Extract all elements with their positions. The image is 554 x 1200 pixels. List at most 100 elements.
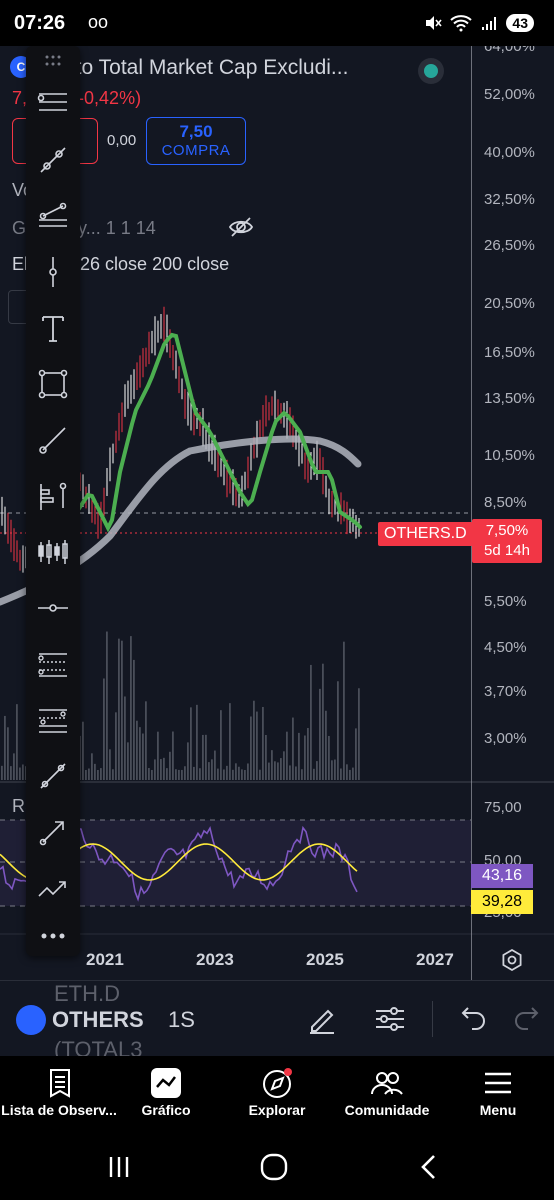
- volume-bar: [271, 750, 273, 780]
- path-tool-icon[interactable]: [33, 756, 73, 796]
- crosshair-lines-tool-icon[interactable]: [33, 82, 73, 122]
- mute-icon: [426, 16, 443, 30]
- arrow-tool-icon[interactable]: [33, 812, 73, 852]
- fib-retracement-tool-icon[interactable]: [33, 196, 73, 236]
- battery-indicator: 43: [506, 14, 534, 32]
- volume-bar: [292, 717, 294, 780]
- volume-bar: [238, 766, 240, 780]
- volume-bar: [307, 728, 309, 780]
- volume-bar: [88, 768, 90, 780]
- volume-bar: [172, 731, 174, 780]
- volume-bar: [334, 759, 336, 780]
- nav-label: Menu: [479, 1102, 517, 1118]
- volume-bar: [358, 688, 360, 780]
- drag-handle-icon[interactable]: [44, 54, 62, 68]
- symbol-logo-icon[interactable]: [16, 1005, 46, 1035]
- volume-bar: [277, 762, 279, 780]
- volume-bar: [148, 768, 150, 780]
- watchlist-icon: [50, 1069, 70, 1098]
- volume-bar: [322, 663, 324, 780]
- axis-label: 20,50%: [484, 295, 535, 312]
- volume-bar: [19, 767, 21, 780]
- volume-bar: [325, 710, 327, 780]
- volume-bar: [121, 640, 123, 780]
- nav-label: Gráfico: [141, 1102, 191, 1118]
- nav-watchlist[interactable]: Lista de Observ...: [0, 1056, 120, 1134]
- volume-bar: [127, 742, 129, 780]
- symbol-title[interactable]: pto Total Market Cap Excludi...: [64, 56, 348, 80]
- symbol-selector[interactable]: OTHERS: [52, 1007, 144, 1033]
- fib-channel-tool-icon[interactable]: [33, 700, 73, 740]
- volume-bar: [4, 715, 6, 780]
- volume-bar: [250, 716, 252, 780]
- chart-settings-icon[interactable]: [500, 948, 524, 972]
- volume-bar: [331, 760, 333, 780]
- volume-bar: [181, 769, 183, 780]
- volume-bar: [85, 769, 87, 780]
- long-position-tool-icon[interactable]: [33, 476, 73, 516]
- axis-label: 5,50%: [484, 593, 527, 610]
- volume-bar: [289, 765, 291, 780]
- nav-community[interactable]: Comunidade: [327, 1056, 447, 1134]
- volume-bar: [340, 768, 342, 780]
- volume-bar: [226, 765, 228, 780]
- price-axis-border: [471, 46, 472, 980]
- home-icon[interactable]: [257, 1150, 291, 1184]
- volume-bar: [106, 631, 108, 780]
- drawing-toolbar: [26, 46, 80, 956]
- eye-off-icon[interactable]: [228, 216, 254, 238]
- horizontal-line-tool-icon[interactable]: [33, 588, 73, 628]
- market-status-icon[interactable]: [418, 58, 444, 84]
- nav-explore[interactable]: Explorar: [217, 1056, 337, 1134]
- interval-selector[interactable]: 1S: [168, 1007, 195, 1033]
- volume-bar: [184, 766, 186, 780]
- volume-bar: [145, 701, 147, 780]
- candles-tool-icon[interactable]: [33, 532, 73, 572]
- volume-bar: [142, 733, 144, 780]
- volume-bar: [94, 763, 96, 780]
- text-tool-icon[interactable]: [33, 308, 73, 348]
- volume-bar: [133, 659, 135, 780]
- axis-label: 64,00%: [484, 46, 535, 55]
- system-navigation: [0, 1134, 554, 1200]
- trend-line-tool-icon[interactable]: [33, 140, 73, 180]
- status-bar: 07:26 oo 43: [0, 0, 554, 46]
- volume-bar: [136, 720, 138, 780]
- forecast-tool-icon[interactable]: [33, 868, 73, 908]
- time-axis-label: 2023: [196, 950, 234, 969]
- pattern-tool-icon[interactable]: [33, 644, 73, 684]
- back-icon[interactable]: [412, 1150, 446, 1184]
- axis-label: 3,00%: [484, 730, 527, 747]
- redo-icon[interactable]: [510, 1001, 546, 1037]
- drawing-pencil-icon[interactable]: [304, 1001, 340, 1037]
- volume-bar: [211, 759, 213, 780]
- volume-bar: [346, 764, 348, 780]
- nav-label: Comunidade: [344, 1102, 430, 1118]
- vertical-line-tool-icon[interactable]: [33, 252, 73, 292]
- axis-label: 3,70%: [484, 683, 527, 700]
- volume-bar: [268, 762, 270, 780]
- axis-label: 52,00%: [484, 86, 535, 103]
- indicators-sliders-icon[interactable]: [372, 1001, 408, 1037]
- axis-label: 26,50%: [484, 237, 535, 254]
- volume-bar: [139, 727, 141, 780]
- chart-area[interactable]: 64,00% 52,00% 40,00% 32,50% 26,50% 20,50…: [0, 46, 554, 980]
- volume-bar: [103, 678, 105, 780]
- ray-tool-icon[interactable]: [33, 420, 73, 460]
- volume-bar: [202, 734, 204, 780]
- more-tools-icon[interactable]: [33, 916, 73, 956]
- undo-icon[interactable]: [454, 1001, 490, 1037]
- recent-apps-icon[interactable]: [102, 1150, 136, 1184]
- volume-bar: [232, 769, 234, 780]
- rectangle-tool-icon[interactable]: [33, 364, 73, 404]
- last-price-value: 7,50%: [485, 522, 529, 539]
- volume-bar: [259, 769, 261, 780]
- nav-chart[interactable]: Gráfico: [106, 1056, 226, 1134]
- chart-bottom-bar: ETH.D OTHERS 1S (TOTAL3: [0, 980, 554, 1062]
- volume-bar: [1, 765, 3, 780]
- volume-bar: [166, 768, 168, 780]
- volume-bar: [10, 766, 12, 780]
- volume-bar: [112, 769, 114, 780]
- buy-button[interactable]: 7,50 COMPRA: [146, 117, 246, 165]
- nav-menu[interactable]: Menu: [438, 1056, 554, 1134]
